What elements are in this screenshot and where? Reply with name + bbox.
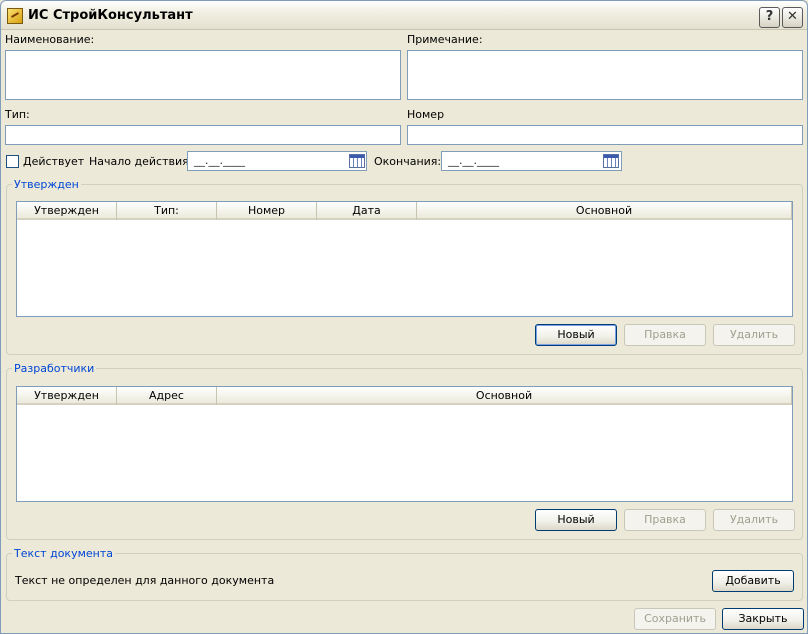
approved-delete-button[interactable]: Удалить bbox=[713, 324, 795, 346]
note-label: Примечание: bbox=[407, 33, 483, 46]
window-title: ИС СтройКонсультант bbox=[28, 8, 193, 23]
number-label: Номер bbox=[407, 108, 445, 121]
start-calendar-icon[interactable] bbox=[349, 154, 365, 168]
name-input[interactable] bbox=[5, 50, 401, 100]
end-date-input[interactable]: __.__.____ bbox=[441, 151, 622, 171]
type-input[interactable] bbox=[5, 125, 401, 145]
developers-delete-button[interactable]: Удалить bbox=[713, 509, 795, 531]
doc-text-group-title: Текст документа bbox=[12, 547, 115, 560]
close-button[interactable]: Закрыть bbox=[722, 608, 804, 630]
column-header[interactable]: Основной bbox=[217, 387, 792, 405]
end-calendar-icon[interactable] bbox=[603, 154, 619, 168]
column-header[interactable]: Тип: bbox=[117, 202, 217, 220]
approved-table-header: Утвержден Тип: Номер Дата Основной bbox=[17, 202, 792, 220]
title-bar[interactable]: ИС СтройКонсультант ? ✕ bbox=[1, 1, 807, 30]
help-button[interactable]: ? bbox=[759, 7, 780, 28]
approved-group-title: Утвержден bbox=[12, 178, 81, 191]
start-date-input[interactable]: __.__.____ bbox=[187, 151, 367, 171]
developers-group-title: Разработчики bbox=[12, 362, 97, 375]
column-header[interactable]: Утвержден bbox=[17, 202, 117, 220]
column-header[interactable]: Номер bbox=[217, 202, 317, 220]
developers-table[interactable]: Утвержден Адрес Основной bbox=[16, 386, 793, 502]
column-header[interactable]: Адрес bbox=[117, 387, 217, 405]
type-label: Тип: bbox=[5, 108, 30, 121]
end-date-label: Окончания: bbox=[374, 155, 442, 168]
main-window: ИС СтройКонсультант ? ✕ Наименование: Пр… bbox=[0, 0, 808, 634]
start-date-label: Начало действия: bbox=[89, 155, 193, 168]
number-input[interactable] bbox=[407, 125, 803, 145]
column-header[interactable]: Дата bbox=[317, 202, 417, 220]
developers-edit-button[interactable]: Правка bbox=[624, 509, 706, 531]
column-header[interactable]: Основной bbox=[417, 202, 792, 220]
add-text-button[interactable]: Добавить bbox=[712, 570, 794, 592]
doc-text-message: Текст не определен для данного документа bbox=[15, 574, 275, 587]
note-input[interactable] bbox=[407, 50, 803, 100]
close-window-button[interactable]: ✕ bbox=[782, 7, 803, 28]
active-checkbox[interactable] bbox=[6, 155, 19, 168]
app-icon bbox=[7, 8, 23, 24]
column-header[interactable]: Утвержден bbox=[17, 387, 117, 405]
save-button[interactable]: Сохранить bbox=[634, 608, 716, 630]
approved-table[interactable]: Утвержден Тип: Номер Дата Основной bbox=[16, 201, 793, 317]
name-label: Наименование: bbox=[5, 33, 95, 46]
active-label: Действует bbox=[23, 155, 85, 168]
approved-new-button[interactable]: Новый bbox=[535, 324, 617, 346]
developers-new-button[interactable]: Новый bbox=[535, 509, 617, 531]
approved-edit-button[interactable]: Правка bbox=[624, 324, 706, 346]
developers-table-header: Утвержден Адрес Основной bbox=[17, 387, 792, 405]
